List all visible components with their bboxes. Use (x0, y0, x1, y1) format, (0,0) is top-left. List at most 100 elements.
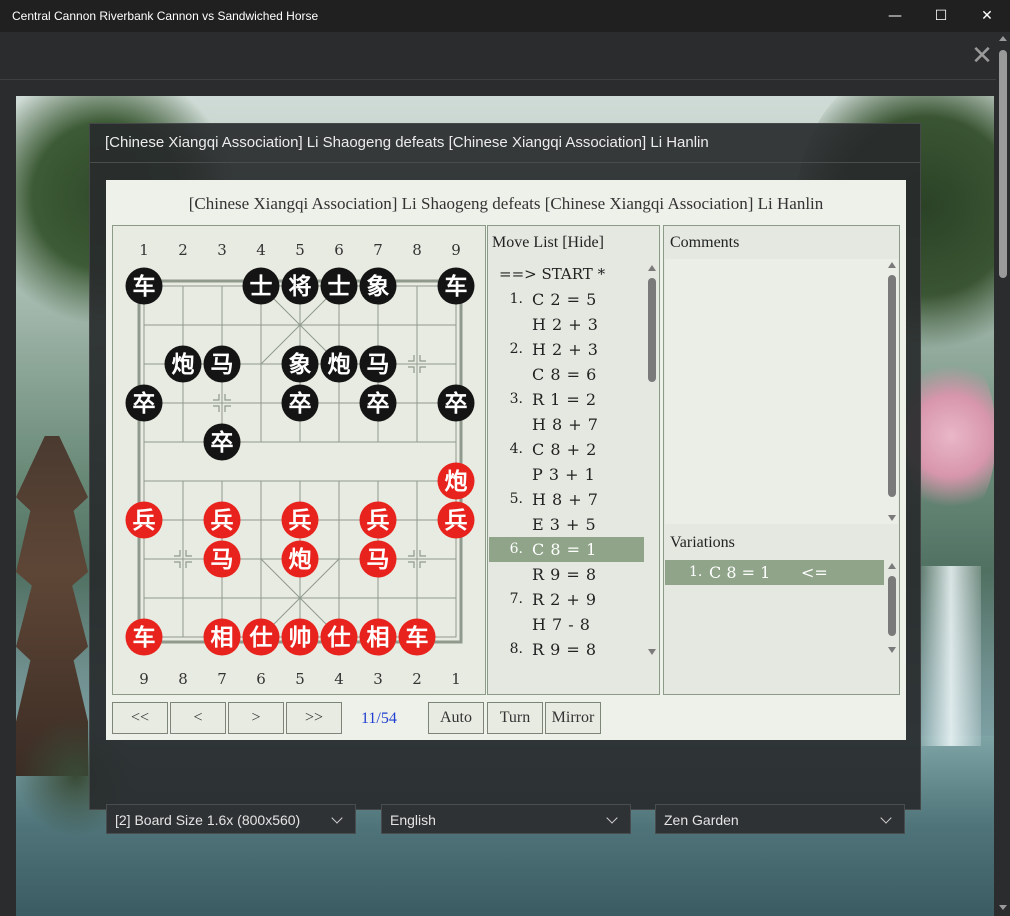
red-piece[interactable]: 兵 (359, 501, 397, 539)
minimize-button[interactable]: — (872, 0, 918, 32)
theme-select[interactable]: Zen Garden (655, 804, 905, 834)
top-strip: ✕ (0, 32, 996, 80)
file-label-bottom: 5 (295, 670, 305, 688)
black-piece[interactable]: 马 (359, 345, 397, 383)
move-row[interactable]: H 2 + 3 (489, 312, 644, 337)
variations-scrollbar[interactable] (886, 560, 898, 656)
move-start-label: ==> START * (499, 265, 606, 283)
maximize-button[interactable]: ☐ (918, 0, 964, 32)
file-label-top: 9 (451, 241, 461, 259)
dialog-title: [Chinese Xiangqi Association] Li Shaogen… (105, 134, 709, 151)
move-notation: H 2 + 3 (532, 340, 599, 359)
file-label-bottom: 2 (412, 670, 422, 688)
black-piece[interactable]: 卒 (281, 384, 319, 422)
move-list-header[interactable]: Move List [Hide] (492, 234, 604, 252)
red-piece[interactable]: 相 (359, 618, 397, 656)
theme-value: Zen Garden (664, 812, 739, 828)
move-row[interactable]: 1. C 2 = 5 (489, 287, 644, 312)
black-piece[interactable]: 将 (281, 267, 319, 305)
xiangqi-board[interactable]: 1 2 3 4 5 6 7 8 99 8 7 6 5 4 3 2 1车士将士象车炮马象炮马卒卒卒卒卒炮兵兵兵兵兵… (113, 226, 485, 694)
board-size-select[interactable]: [2] Board Size 1.6x (800x560) (106, 804, 356, 834)
red-piece[interactable]: 兵 (281, 501, 319, 539)
black-piece[interactable]: 卒 (437, 384, 475, 422)
red-piece[interactable]: 兵 (437, 501, 475, 539)
move-row[interactable]: 6. C 8 = 1 (489, 537, 644, 562)
next-move-button[interactable]: > (228, 702, 284, 734)
red-piece[interactable]: 仕 (320, 618, 358, 656)
move-row[interactable]: C 8 = 6 (489, 362, 644, 387)
scroll-thumb[interactable] (648, 278, 656, 382)
black-piece[interactable]: 卒 (125, 384, 163, 422)
window-close-button[interactable]: ✕ (964, 0, 1010, 32)
move-row[interactable]: 4. C 8 + 2 (489, 437, 644, 462)
comments-text[interactable] (665, 259, 898, 524)
close-icon[interactable]: ✕ (968, 42, 996, 70)
black-piece[interactable]: 士 (242, 267, 280, 305)
black-piece[interactable]: 马 (203, 345, 241, 383)
language-value: English (390, 812, 436, 828)
move-row[interactable]: R 9 = 8 (489, 562, 644, 587)
red-piece[interactable]: 仕 (242, 618, 280, 656)
scroll-down-icon[interactable] (999, 905, 1007, 910)
red-piece[interactable]: 相 (203, 618, 241, 656)
mirror-board-button[interactable]: Mirror (545, 702, 601, 734)
move-row[interactable]: P 3 + 1 (489, 462, 644, 487)
black-piece[interactable]: 车 (437, 267, 475, 305)
move-number: 6. (509, 541, 523, 557)
piece-label: 卒 (445, 390, 468, 417)
move-row[interactable]: 3. R 1 = 2 (489, 387, 644, 412)
red-piece[interactable]: 炮 (281, 540, 319, 578)
move-list-scrollbar[interactable] (646, 262, 658, 658)
variation-item[interactable]: 1. C 8 = 1 <= (665, 560, 884, 585)
scroll-thumb[interactable] (999, 50, 1007, 278)
move-start[interactable]: ==> START * (489, 262, 644, 287)
turn-board-button[interactable]: Turn (487, 702, 543, 734)
scroll-thumb[interactable] (888, 576, 896, 636)
scroll-up-icon[interactable] (888, 262, 896, 268)
first-move-button[interactable]: << (112, 702, 168, 734)
move-row[interactable]: H 8 + 7 (489, 412, 644, 437)
black-piece[interactable]: 象 (281, 345, 319, 383)
black-piece[interactable]: 炮 (164, 345, 202, 383)
move-row[interactable]: 8. R 9 = 8 (489, 637, 644, 662)
auto-play-button[interactable]: Auto (428, 702, 484, 734)
comments-scrollbar[interactable] (886, 259, 898, 524)
scroll-up-icon[interactable] (648, 265, 656, 271)
language-select[interactable]: English (381, 804, 631, 834)
red-piece[interactable]: 车 (398, 618, 436, 656)
red-piece[interactable]: 马 (203, 540, 241, 578)
black-piece[interactable]: 卒 (359, 384, 397, 422)
move-notation: C 8 = 6 (532, 365, 597, 384)
black-piece[interactable]: 卒 (203, 423, 241, 461)
move-row[interactable]: 5. H 8 + 7 (489, 487, 644, 512)
file-label-bottom: 9 (139, 670, 149, 688)
red-piece[interactable]: 炮 (437, 462, 475, 500)
move-row[interactable]: 2. H 2 + 3 (489, 337, 644, 362)
black-piece[interactable]: 士 (320, 267, 358, 305)
black-piece[interactable]: 车 (125, 267, 163, 305)
piece-label: 仕 (327, 624, 351, 651)
scroll-down-icon[interactable] (888, 515, 896, 521)
red-piece[interactable]: 兵 (203, 501, 241, 539)
move-row[interactable]: 7. R 2 + 9 (489, 587, 644, 612)
move-number: 5. (509, 491, 523, 507)
move-row[interactable]: H 7 - 8 (489, 612, 644, 637)
page-scrollbar[interactable] (996, 32, 1010, 916)
piece-label: 兵 (289, 508, 312, 534)
red-piece[interactable]: 马 (359, 540, 397, 578)
scroll-thumb[interactable] (888, 275, 896, 497)
move-row[interactable]: E 3 + 5 (489, 512, 644, 537)
black-piece[interactable]: 象 (359, 267, 397, 305)
scroll-down-icon[interactable] (648, 649, 656, 655)
prev-move-button[interactable]: < (170, 702, 226, 734)
red-piece[interactable]: 车 (125, 618, 163, 656)
scroll-down-icon[interactable] (888, 647, 896, 653)
file-label-top: 6 (334, 241, 344, 259)
black-piece[interactable]: 炮 (320, 345, 358, 383)
red-piece[interactable]: 兵 (125, 501, 163, 539)
scroll-up-icon[interactable] (888, 563, 896, 569)
scroll-up-icon[interactable] (999, 36, 1007, 41)
piece-label: 相 (211, 625, 234, 651)
red-piece[interactable]: 帅 (281, 618, 319, 656)
last-move-button[interactable]: >> (286, 702, 342, 734)
